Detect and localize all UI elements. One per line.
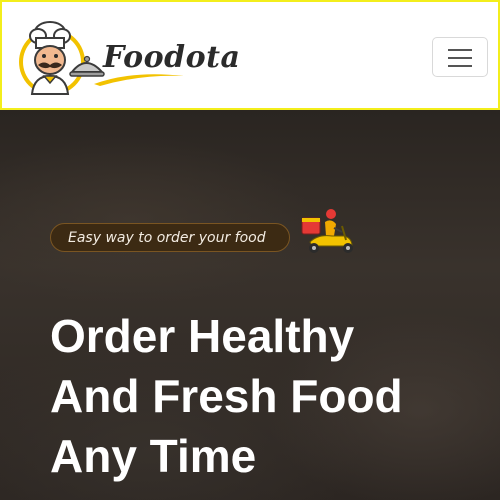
brand-logo[interactable]: Foodota <box>14 20 240 96</box>
menu-toggle-button[interactable] <box>432 37 488 77</box>
tagline-text: Easy way to order your food <box>68 230 266 246</box>
site-header: Foodota <box>0 0 500 110</box>
hero-title-line: And Fresh Food <box>50 370 403 422</box>
brand-swoosh <box>94 74 184 86</box>
hero-title: Order Healthy And Fresh Food Any Time <box>50 306 490 486</box>
delivery-scooter-icon <box>301 209 353 253</box>
hero-title-line: Order Healthy <box>50 310 355 362</box>
hero-title-line: Any Time <box>50 430 257 482</box>
tagline-badge: Easy way to order your food <box>50 223 290 252</box>
hero-section: Easy way to order your food Order Health… <box>0 110 500 500</box>
